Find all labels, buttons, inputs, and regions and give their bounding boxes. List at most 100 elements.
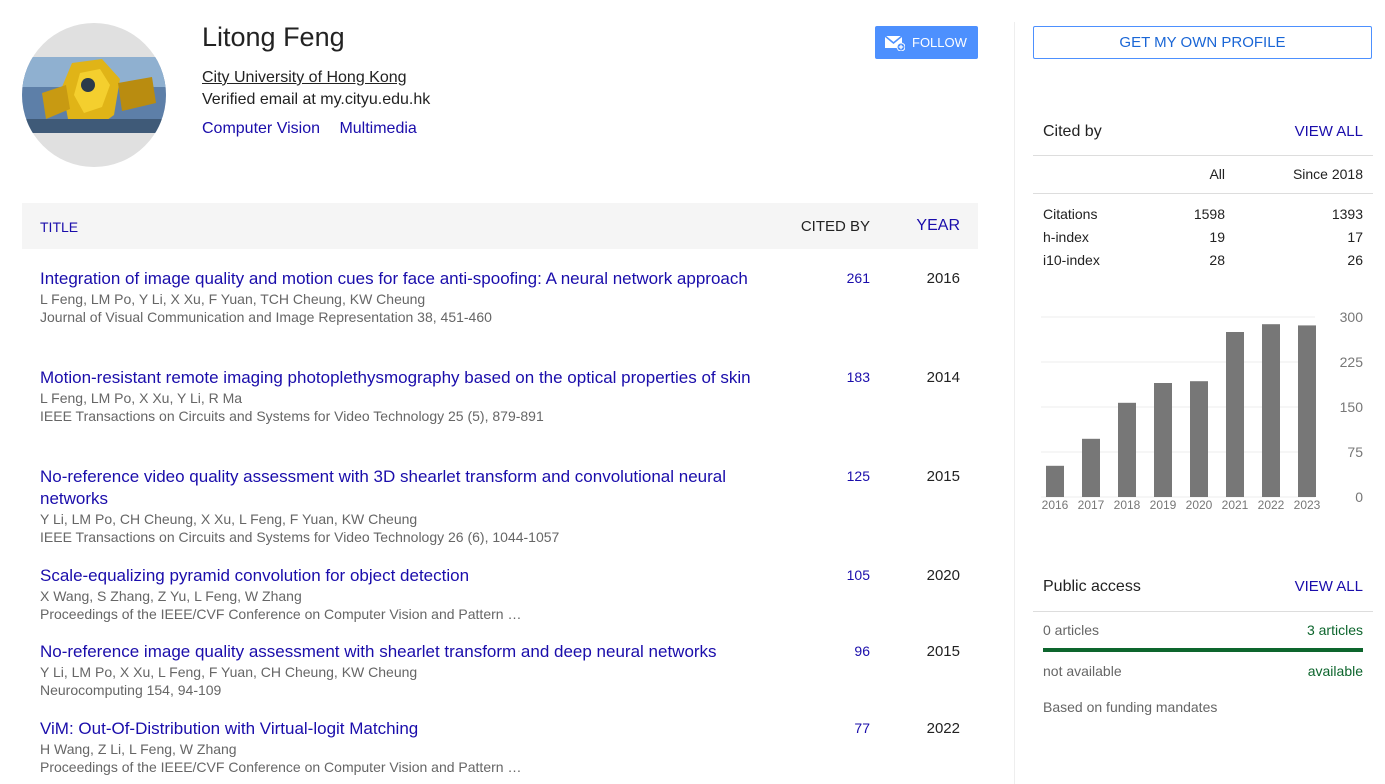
follow-button[interactable]: FOLLOW: [875, 26, 978, 59]
publications-table-header: TITLE CITED BY YEAR: [22, 203, 978, 249]
mail-plus-icon: [885, 34, 905, 51]
article-authors: H Wang, Z Li, L Feng, W Zhang: [40, 741, 237, 757]
table-row: No-reference video quality assessment wi…: [40, 466, 970, 546]
divider: [1033, 193, 1373, 194]
metric-since: 1393: [1331, 206, 1363, 222]
y-tick-label: 300: [1340, 309, 1364, 325]
article-authors: X Wang, S Zhang, Z Yu, L Feng, W Zhang: [40, 588, 302, 604]
article-year: 2015: [926, 468, 960, 485]
metric-since: 17: [1347, 229, 1363, 245]
divider: [1033, 611, 1373, 612]
interest-link-multimedia[interactable]: Multimedia: [339, 120, 416, 137]
affiliation-link[interactable]: City University of Hong Kong: [202, 69, 407, 87]
sort-by-title[interactable]: TITLE: [40, 219, 78, 235]
divider: [1033, 155, 1373, 156]
x-tick-label: 2017: [1078, 498, 1105, 512]
article-title-link[interactable]: Motion-resistant remote imaging photople…: [40, 367, 780, 389]
available-label: available: [1307, 663, 1363, 679]
article-venue: Proceedings of the IEEE/CVF Conference o…: [40, 606, 522, 622]
citation-table-header: All Since 2018: [1033, 166, 1373, 186]
cited-by-link[interactable]: 77: [800, 720, 870, 736]
available-count[interactable]: 3 articles: [1307, 622, 1363, 638]
chart-bar-2022[interactable]: [1262, 324, 1280, 497]
cited-by-link[interactable]: 183: [800, 369, 870, 385]
article-year: 2016: [926, 270, 960, 287]
article-title-link[interactable]: ViM: Out-Of-Distribution with Virtual-lo…: [40, 718, 780, 740]
sort-by-year[interactable]: YEAR: [916, 217, 960, 235]
metric-label: Citations: [1043, 206, 1098, 222]
chart-bar-2023[interactable]: [1298, 325, 1316, 497]
col-all: All: [1209, 166, 1225, 182]
article-year: 2014: [926, 369, 960, 386]
y-tick-label: 225: [1340, 354, 1364, 370]
metric-label: h-index: [1043, 229, 1089, 245]
citation-row: h-index 19 17: [1033, 229, 1373, 249]
public-access-bar: [1043, 648, 1363, 652]
table-row: Integration of image quality and motion …: [40, 268, 970, 326]
metric-all: 28: [1209, 252, 1225, 268]
cited-by-link[interactable]: 105: [800, 567, 870, 583]
article-year: 2015: [926, 643, 960, 660]
cited-by-link[interactable]: 96: [800, 643, 870, 659]
article-venue: IEEE Transactions on Circuits and System…: [40, 408, 544, 424]
verified-email: Verified email at my.cityu.edu.hk: [202, 91, 431, 108]
article-authors: Y Li, LM Po, X Xu, L Feng, F Yuan, CH Ch…: [40, 664, 418, 680]
sort-by-cited[interactable]: CITED BY: [801, 218, 870, 235]
table-row: No-reference image quality assessment wi…: [40, 641, 970, 699]
y-tick-label: 150: [1340, 399, 1364, 415]
chart-bar-2021[interactable]: [1226, 332, 1244, 497]
chart-bar-2017[interactable]: [1082, 438, 1100, 497]
article-title-link[interactable]: Scale-equalizing pyramid convolution for…: [40, 565, 780, 587]
chart-bar-2019[interactable]: [1154, 383, 1172, 497]
public-access-view-all[interactable]: VIEW ALL: [1295, 578, 1363, 595]
article-venue: Proceedings of the IEEE/CVF Conference o…: [40, 759, 522, 775]
article-authors: L Feng, LM Po, Y Li, X Xu, F Yuan, TCH C…: [40, 291, 426, 307]
article-authors: Y Li, LM Po, CH Cheung, X Xu, L Feng, F …: [40, 511, 418, 527]
chart-bar-2020[interactable]: [1190, 381, 1208, 497]
table-row: Motion-resistant remote imaging photople…: [40, 367, 970, 425]
chart-bar-2016[interactable]: [1046, 465, 1064, 497]
public-access-header: Public access VIEW ALL: [1033, 578, 1373, 598]
get-my-own-profile-button[interactable]: GET MY OWN PROFILE: [1033, 26, 1372, 59]
table-row: ViM: Out-Of-Distribution with Virtual-lo…: [40, 718, 970, 776]
table-row: Scale-equalizing pyramid convolution for…: [40, 565, 970, 623]
cited-by-title: Cited by: [1043, 123, 1102, 140]
x-tick-label: 2020: [1186, 498, 1213, 512]
column-divider: [1014, 22, 1015, 784]
y-tick-label: 0: [1355, 489, 1363, 505]
cited-by-view-all[interactable]: VIEW ALL: [1295, 123, 1363, 140]
x-tick-label: 2021: [1222, 498, 1249, 512]
research-interests: Computer Vision Multimedia: [202, 120, 432, 138]
cited-by-link[interactable]: 125: [800, 468, 870, 484]
profile-name: Litong Feng: [202, 22, 345, 52]
x-tick-label: 2018: [1114, 498, 1141, 512]
funding-mandates-note: Based on funding mandates: [1043, 699, 1218, 715]
metric-all: 1598: [1193, 206, 1225, 222]
not-available-label: not available: [1043, 663, 1122, 679]
article-title-link[interactable]: No-reference image quality assessment wi…: [40, 641, 780, 663]
article-authors: L Feng, LM Po, X Xu, Y Li, R Ma: [40, 390, 243, 406]
citations-per-year-chart: 300 225 150 75 0 2016 2017 2018 2019 2020 2021 2022…: [1041, 309, 1364, 512]
interest-link-computer-vision[interactable]: Computer Vision: [202, 120, 320, 137]
x-tick-label: 2016: [1042, 498, 1069, 512]
metric-all: 19: [1209, 229, 1225, 245]
follow-label: FOLLOW: [912, 35, 967, 50]
citation-row: Citations 1598 1393: [1033, 206, 1373, 226]
not-available-count[interactable]: 0 articles: [1043, 622, 1099, 638]
chart-bar-2018[interactable]: [1118, 402, 1136, 497]
x-tick-label: 2022: [1258, 498, 1285, 512]
profile-avatar: [22, 23, 166, 167]
public-access-title: Public access: [1043, 578, 1141, 595]
article-title-link[interactable]: Integration of image quality and motion …: [40, 268, 780, 290]
article-venue: Journal of Visual Communication and Imag…: [40, 309, 492, 325]
metric-since: 26: [1347, 252, 1363, 268]
article-year: 2020: [926, 567, 960, 584]
article-venue: Neurocomputing 154, 94-109: [40, 682, 222, 698]
article-venue: IEEE Transactions on Circuits and System…: [40, 529, 560, 545]
metric-label: i10-index: [1043, 252, 1100, 268]
x-tick-label: 2023: [1294, 498, 1321, 512]
article-year: 2022: [926, 720, 960, 737]
col-since: Since 2018: [1292, 166, 1363, 182]
cited-by-link[interactable]: 261: [800, 270, 870, 286]
article-title-link[interactable]: No-reference video quality assessment wi…: [40, 466, 780, 510]
